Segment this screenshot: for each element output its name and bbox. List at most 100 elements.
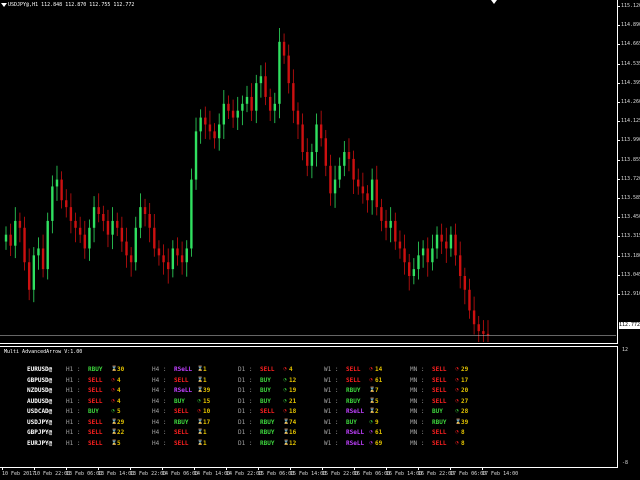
bar-count: 12 [289,439,297,447]
candle-body [468,289,471,311]
symbol-label: AUDUSD@ [27,397,53,405]
time-label: 13 Feb 06:00 [66,471,103,477]
candle-body [69,207,73,221]
clock-icon: ◔ [283,366,287,372]
candle-body [213,131,216,139]
candle-body [343,152,346,166]
candle-body [111,220,114,235]
signal-row: EURJPY@ H1 : SELL ⌛ 5 H4 : SELL ⌛ 1 D1 : RBUY ⌛ 12 W1… [0,440,618,450]
timeframe-label: H1 : [66,429,81,436]
time-label: 14 Feb 06:00 [162,471,199,477]
signal-label: SELL [432,429,447,436]
price-chart[interactable]: USDJPY@,H1 112.848 112.870 112.755 112.7… [0,0,618,344]
signal-label: RBUY [88,366,103,373]
time-label: 13 Feb 22:00 [130,471,167,477]
timeframe-label: MN : [410,376,425,384]
bar-count: 28 [461,408,469,415]
candle-body [268,96,272,111]
clock-icon: ◔ [283,387,287,393]
time-label: 14 Feb 14:00 [194,471,231,477]
signal-label: BUY [260,376,271,384]
clock-icon: ◔ [197,408,201,414]
symbol-label: EURJPY@ [27,439,53,447]
price-label: 112.910 [621,291,640,297]
candle-body [417,255,420,270]
hourglass-icon: ⌛ [197,429,204,435]
timeframe-label: H4 : [152,429,167,436]
candle-body [32,255,36,290]
bar-count: 29 [461,366,469,373]
hourglass-icon: ⌛ [283,439,290,446]
hourglass-icon: ⌛ [111,366,118,372]
timeframe-label: D1 : [238,397,253,405]
price-tick [618,102,620,103]
candle-body [180,255,184,263]
timeframe-label: H4 : [152,387,167,394]
signal-label: RBUY [260,439,275,447]
symbol-label: NZDUSD@ [27,387,53,394]
bar-count: 9 [375,418,379,426]
timeframe-label: W1 : [324,366,339,373]
hourglass-icon: ⌛ [369,387,376,393]
candle-body [78,227,82,235]
candle-body [134,227,137,263]
time-tick [130,468,131,470]
bar-count: 19 [289,387,297,394]
signal-label: SELL [174,376,189,384]
candle-body [352,158,355,180]
candle-body [310,152,314,166]
time-tick [226,468,227,470]
signal-label: SELL [432,366,447,373]
price-tick [618,44,620,46]
timeframe-label: H1 : [66,439,81,447]
clock-icon: ◔ [455,376,459,383]
price-tick [618,63,620,65]
signal-label: SELL [88,439,103,447]
time-tick [98,468,99,470]
bar-count: 20 [461,387,469,394]
signal-label: SELL [88,397,103,405]
candle-body [74,220,77,228]
candle-body [157,248,161,256]
price-tick [618,294,620,295]
candle-body [199,117,202,132]
hourglass-icon: ⌛ [369,397,376,404]
bar-count: 15 [203,397,211,405]
timeframe-label: W1 : [324,429,339,436]
bar-count: 12 [289,376,297,384]
clock-icon: ◔ [369,366,373,372]
candle-body [366,193,369,201]
clock-icon: ◔ [111,376,115,383]
bar-count: 16 [289,429,297,436]
candle-body [14,220,17,246]
candle-body [194,131,198,180]
candle-body [129,255,133,263]
bar-count: 1 [203,376,207,384]
current-price-label: 112.772 [619,322,640,329]
price-label: 115.120 [621,3,640,9]
signal-label: SELL [260,408,275,415]
signal-label: RBUY [174,418,189,426]
timeframe-label: D1 : [238,439,253,447]
timeframe-label: MN : [410,366,425,373]
time-label: 16 Feb 22:00 [418,471,455,477]
signal-label: SELL [432,387,447,394]
timeframe-label: MN : [410,397,425,405]
bar-count: 30 [117,366,125,373]
candle-body [250,96,253,111]
candle-body [463,276,467,290]
candle-body [162,255,165,263]
clock-icon: ◔ [369,429,373,435]
candle-body [92,207,96,228]
time-label: 10 Feb 2017 [2,471,36,477]
price-label: 114.260 [621,99,640,105]
time-label: 14 Feb 22:00 [226,471,263,477]
time-tick [258,468,259,470]
timeframe-label: W1 : [324,376,339,384]
candle-body [245,96,249,104]
candle-body [282,41,286,56]
timeframe-label: H4 : [152,408,167,415]
candle-body [306,152,309,166]
candle-body [83,234,86,249]
time-tick [290,468,291,470]
